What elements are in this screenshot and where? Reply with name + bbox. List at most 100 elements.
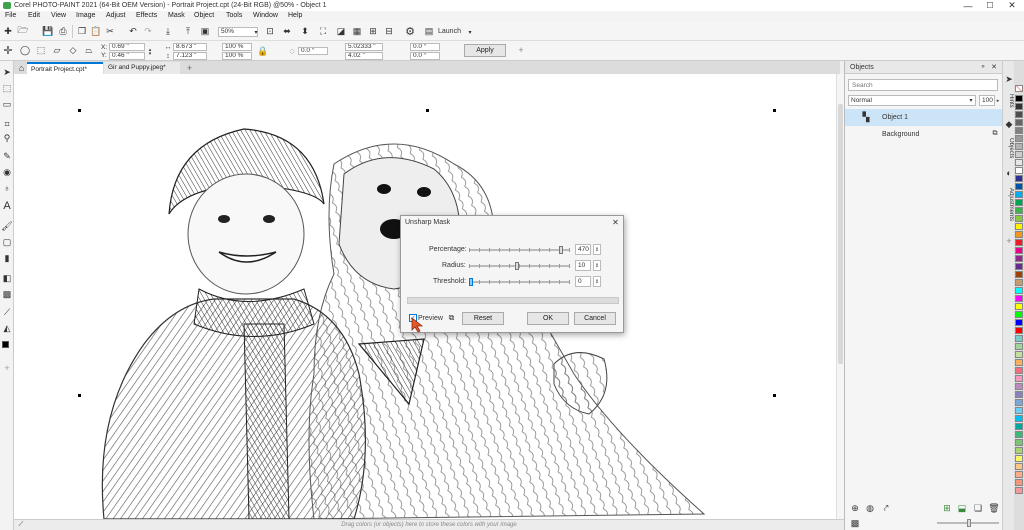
color-swatch[interactable] xyxy=(1015,479,1023,486)
y-position-field[interactable]: 0.46 " xyxy=(109,52,145,60)
full-screen-icon[interactable]: ⛶ xyxy=(318,26,328,36)
opacity-spinner[interactable]: ▸ xyxy=(995,96,1001,105)
color-swatch[interactable] xyxy=(1015,143,1023,150)
color-swatch[interactable] xyxy=(1015,287,1023,294)
rectangle-mask-icon[interactable]: ▭ xyxy=(2,99,12,109)
color-swatch[interactable] xyxy=(1015,111,1023,118)
rectangle-tool-icon[interactable]: ▢ xyxy=(2,237,12,247)
chevron-down-icon[interactable]: ▾ xyxy=(466,27,474,37)
minimize-button[interactable]: — xyxy=(958,0,978,11)
width-field[interactable]: 8.673 " xyxy=(173,43,207,51)
color-swatch[interactable] xyxy=(1015,367,1023,374)
color-swatch[interactable] xyxy=(1015,303,1023,310)
color-swatch[interactable] xyxy=(1015,95,1023,102)
paint-tool-icon[interactable]: 🖌 xyxy=(1,221,12,231)
tab-objects[interactable]: Objects xyxy=(1004,131,1014,165)
threshold-field[interactable]: 0 xyxy=(575,276,591,287)
radius-slider[interactable] xyxy=(469,262,570,270)
tab-girl-and-puppy[interactable]: Gir and Puppy.jpeg* xyxy=(104,62,180,74)
color-swatch[interactable] xyxy=(1015,239,1023,246)
color-swatch[interactable] xyxy=(1015,311,1023,318)
new-object-icon[interactable]: ⊕ xyxy=(850,503,860,513)
document-palette-bar[interactable]: ⟋ Drag colors (or objects) here to store… xyxy=(14,519,844,530)
scale-x-field[interactable]: 100 % xyxy=(222,43,252,51)
menu-object[interactable]: Object xyxy=(194,12,214,19)
color-swatch[interactable] xyxy=(1015,327,1023,334)
color-swatch[interactable] xyxy=(1015,471,1023,478)
print-icon[interactable]: ⎙ xyxy=(58,26,68,36)
color-swatch[interactable] xyxy=(1015,231,1023,238)
menu-adjust[interactable]: Adjust xyxy=(106,12,125,19)
thumbnail-size-slider[interactable] xyxy=(937,519,999,527)
redeye-tool-icon[interactable]: ◉ xyxy=(2,167,12,177)
menu-file[interactable]: File xyxy=(5,12,16,19)
color-swatch[interactable] xyxy=(1015,135,1023,142)
export-icon[interactable]: ⤒ xyxy=(183,26,193,36)
copy-icon[interactable]: ❐ xyxy=(77,26,87,36)
no-color-swatch[interactable] xyxy=(1015,85,1023,92)
zoom-fit-icon[interactable]: ⊡ xyxy=(265,26,275,36)
color-swatch[interactable] xyxy=(1015,119,1023,126)
new-lens-icon[interactable]: ◍ xyxy=(865,503,875,513)
scroll-thumb[interactable] xyxy=(838,104,843,364)
color-swatch[interactable] xyxy=(1015,391,1023,398)
redo-icon[interactable]: ↷ xyxy=(143,26,153,36)
color-swatch[interactable] xyxy=(1015,399,1023,406)
percentage-slider-thumb[interactable] xyxy=(559,246,564,254)
add-docker-icon[interactable]: + xyxy=(1004,236,1014,246)
mask-transform-icon[interactable]: ⬚ xyxy=(2,83,12,93)
color-swatch[interactable] xyxy=(1015,407,1023,414)
color-swatch[interactable] xyxy=(1015,199,1023,206)
menu-window[interactable]: Window xyxy=(253,12,278,19)
popout-preview-icon[interactable]: ⧉ xyxy=(446,312,457,323)
home-icon[interactable]: ⌂ xyxy=(17,63,26,73)
color-swatch[interactable] xyxy=(1015,487,1023,494)
percentage-spinner[interactable]: ⇕ xyxy=(593,244,601,255)
tab-hints[interactable]: Hints xyxy=(1004,87,1014,115)
color-swatch[interactable] xyxy=(1015,351,1023,358)
color-swatch[interactable] xyxy=(1015,439,1023,446)
dropper-icon[interactable]: ⟋ xyxy=(2,307,12,317)
angle-field[interactable]: 0.0 ° xyxy=(298,47,328,55)
duplicate-icon[interactable]: ❏ xyxy=(973,503,983,513)
paste-icon[interactable]: 📋 xyxy=(90,26,101,36)
distort-icon[interactable]: ◇ xyxy=(68,45,78,55)
x-position-field[interactable]: 0.69 " xyxy=(109,43,145,51)
color-swatch[interactable] xyxy=(1015,455,1023,462)
scale-icon[interactable]: ⬚ xyxy=(36,45,46,55)
skew-icon[interactable]: ▱ xyxy=(52,45,62,55)
new-document-icon[interactable]: ✚ xyxy=(3,26,13,36)
color-swatch[interactable] xyxy=(1015,167,1023,174)
add-tool-icon[interactable]: + xyxy=(2,363,12,373)
color-swatch[interactable] xyxy=(1015,255,1023,262)
checker-tool-icon[interactable]: ▩ xyxy=(2,289,12,299)
menu-image[interactable]: Image xyxy=(76,12,95,19)
menu-help[interactable]: Help xyxy=(288,12,302,19)
apply-button[interactable]: Apply xyxy=(464,44,506,57)
color-swatch[interactable] xyxy=(1015,159,1023,166)
close-button[interactable]: ✕ xyxy=(1002,0,1022,11)
ok-button[interactable]: OK xyxy=(527,312,569,325)
launch-button[interactable]: Launch xyxy=(438,28,461,35)
reset-button[interactable]: Reset xyxy=(462,312,504,325)
crosshair-icon[interactable]: ✛ xyxy=(3,45,13,57)
circle-transform-icon[interactable]: ◯ xyxy=(20,45,30,55)
panel-menu-icon[interactable]: » xyxy=(979,63,987,71)
threshold-spinner[interactable]: ⇕ xyxy=(593,276,601,287)
color-swatch[interactable] xyxy=(1015,271,1023,278)
zoom-tool-icon[interactable]: ⚲ xyxy=(2,133,12,143)
height-field[interactable]: 7.123 " xyxy=(173,52,207,60)
menu-tools[interactable]: Tools xyxy=(226,12,242,19)
foreground-color-swatch[interactable] xyxy=(2,341,9,348)
transparency-tool-icon[interactable]: ◧ xyxy=(2,273,12,283)
combine-icon[interactable]: ⊞ xyxy=(942,503,952,513)
mask-icon[interactable]: ▣ xyxy=(200,26,210,36)
open-folder-icon[interactable]: 🗁 xyxy=(17,25,28,36)
fill-tool-icon[interactable]: ◭ xyxy=(2,323,12,333)
menu-effects[interactable]: Effects xyxy=(136,12,157,19)
color-swatch[interactable] xyxy=(1015,183,1023,190)
color-swatch[interactable] xyxy=(1015,463,1023,470)
color-swatch[interactable] xyxy=(1015,343,1023,350)
color-swatch[interactable] xyxy=(1015,151,1023,158)
color-swatch[interactable] xyxy=(1015,383,1023,390)
